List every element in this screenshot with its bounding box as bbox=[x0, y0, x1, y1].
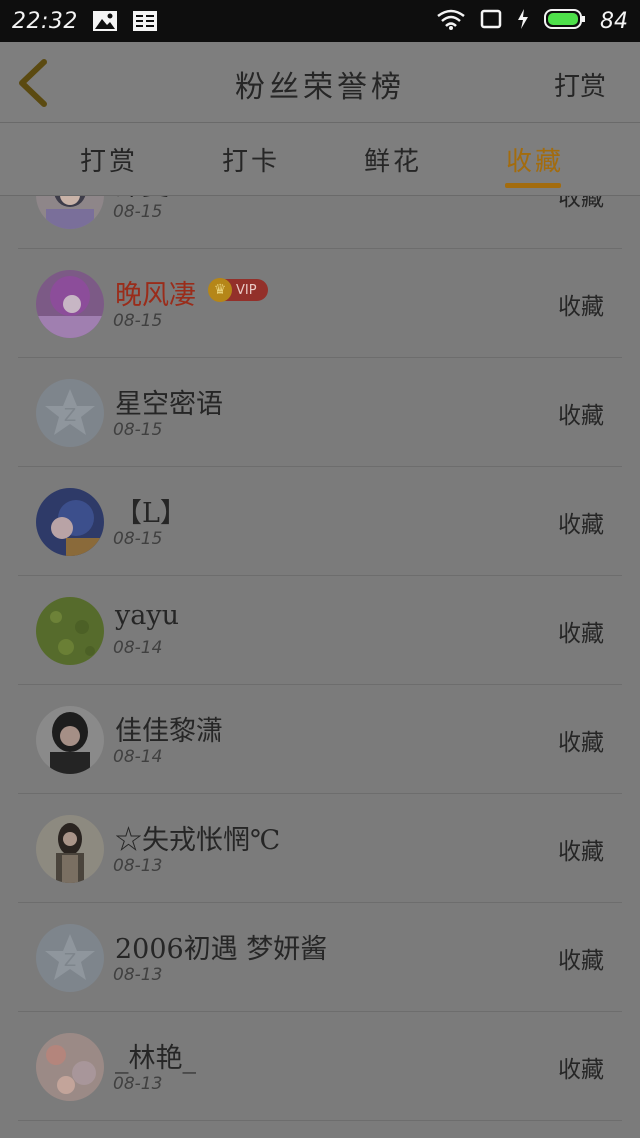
tab-bar: 打赏 打卡 鲜花 收藏 bbox=[0, 123, 640, 196]
status-time: 22:32 bbox=[12, 8, 78, 34]
date: 08-15 bbox=[113, 311, 163, 331]
date: 08-14 bbox=[113, 638, 163, 658]
avatar[interactable] bbox=[36, 815, 104, 883]
user-name: ☆失戎怅惘℃ bbox=[115, 825, 281, 856]
tab-reward[interactable]: 打赏 bbox=[80, 141, 138, 178]
avatar[interactable] bbox=[36, 1033, 104, 1101]
date: 08-14 bbox=[113, 747, 163, 767]
date: 08-15 bbox=[113, 202, 163, 222]
svg-text:Z: Z bbox=[64, 405, 76, 426]
avatar[interactable] bbox=[36, 196, 104, 229]
wifi-icon bbox=[436, 8, 466, 34]
list-item[interactable]: Z 星空密语 08-15 收藏 bbox=[18, 358, 622, 467]
list-item[interactable]: 晚风凄 ♛ VIP 08-15 收藏 bbox=[18, 249, 622, 358]
page-title: 粉丝荣誉榜 bbox=[235, 70, 405, 105]
tab-checkin[interactable]: 打卡 bbox=[222, 141, 280, 178]
tab-flowers[interactable]: 鲜花 bbox=[364, 141, 422, 178]
avatar[interactable]: Z bbox=[36, 379, 104, 447]
list-item[interactable]: ☆失戎怅惘℃ 08-13 收藏 bbox=[18, 794, 622, 903]
date: 08-15 bbox=[113, 420, 163, 440]
list-item[interactable]: Z 2006初遇 梦妍酱 08-13 收藏 bbox=[18, 903, 622, 1012]
favorite-label: 收藏 bbox=[558, 403, 604, 429]
favorite-label: 收藏 bbox=[558, 730, 604, 756]
battery-percent: 84 bbox=[600, 8, 628, 34]
favorite-label: 收藏 bbox=[558, 948, 604, 974]
charging-icon bbox=[516, 8, 530, 34]
date: 08-15 bbox=[113, 529, 163, 549]
list-item[interactable]: _林艳_ 08-13 收藏 bbox=[18, 1012, 622, 1121]
user-name: yayu bbox=[115, 600, 179, 631]
news-icon bbox=[132, 10, 158, 32]
date: 08-13 bbox=[113, 856, 163, 876]
favorite-label: 收藏 bbox=[558, 621, 604, 647]
favorite-label: 收藏 bbox=[558, 839, 604, 865]
crown-icon: ♛ bbox=[208, 278, 232, 302]
user-name: 星空密语 bbox=[115, 389, 223, 420]
favorite-label: 收藏 bbox=[558, 512, 604, 538]
screen-icon bbox=[480, 9, 502, 33]
user-name: 【L】 bbox=[115, 498, 187, 529]
list-item[interactable]: 【L】 08-15 收藏 bbox=[18, 467, 622, 576]
header: 粉丝荣誉榜 打赏 bbox=[0, 42, 640, 123]
avatar[interactable] bbox=[36, 270, 104, 338]
avatar[interactable]: Z bbox=[36, 924, 104, 992]
image-icon bbox=[92, 10, 118, 32]
avatar[interactable] bbox=[36, 706, 104, 774]
active-tab-indicator bbox=[505, 183, 561, 188]
avatar[interactable] bbox=[36, 597, 104, 665]
battery-icon bbox=[544, 8, 586, 34]
user-name: _林艳_ bbox=[115, 1043, 196, 1074]
fan-list[interactable]: 深夏 08-15 收藏 晚风凄 ♛ VIP 08-15 收藏 Z 星空密语 08… bbox=[0, 196, 640, 1138]
vip-badge: ♛ VIP bbox=[208, 278, 268, 302]
favorite-label: 收藏 bbox=[558, 294, 604, 320]
date: 08-13 bbox=[113, 965, 163, 985]
favorite-label: 收藏 bbox=[558, 1057, 604, 1083]
user-name: 佳佳黎潇 bbox=[115, 716, 223, 747]
date: 08-13 bbox=[113, 1074, 163, 1094]
user-name: 晚风凄 bbox=[115, 280, 196, 311]
list-item[interactable]: yayu 08-14 收藏 bbox=[18, 576, 622, 685]
favorite-label: 收藏 bbox=[558, 196, 604, 211]
reward-button[interactable]: 打赏 bbox=[554, 66, 606, 103]
list-item[interactable]: 佳佳黎潇 08-14 收藏 bbox=[18, 685, 622, 794]
svg-text:Z: Z bbox=[64, 950, 76, 971]
tab-favorites[interactable]: 收藏 bbox=[506, 141, 564, 178]
vip-label: VIP bbox=[236, 282, 257, 298]
status-bar: 22:32 84 bbox=[0, 0, 640, 42]
user-name: 2006初遇 梦妍酱 bbox=[115, 934, 328, 965]
list-item[interactable]: 深夏 08-15 收藏 bbox=[18, 196, 622, 249]
avatar[interactable] bbox=[36, 488, 104, 556]
